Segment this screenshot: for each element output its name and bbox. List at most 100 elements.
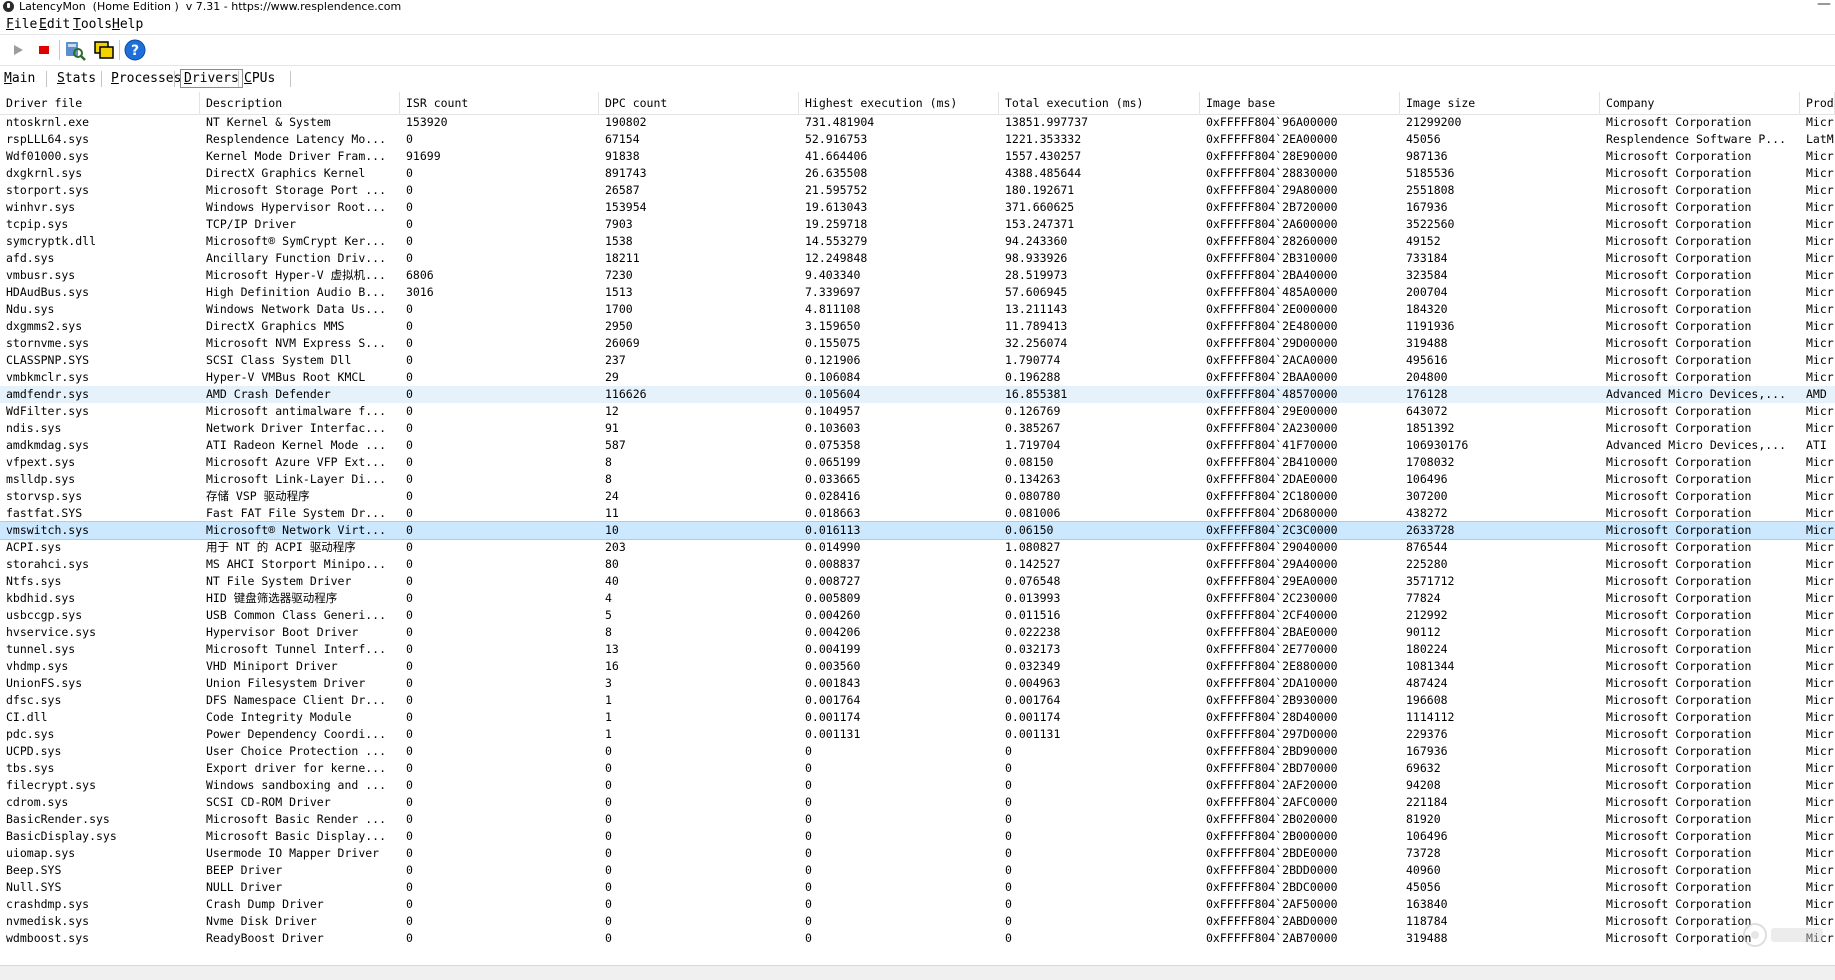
table-row[interactable]: dxgmms2.sys DirectX Graphics MMS 0 2950 3.15… [0, 318, 1835, 335]
table-row[interactable]: dfsc.sys DFS Namespace Client Dr... 0 1 0.00… [0, 692, 1835, 709]
table-row[interactable]: UnionFS.sys Union Filesystem Driver 0 3 0.00… [0, 675, 1835, 692]
table-row[interactable]: mslldp.sys Microsoft Link-Layer Di... 0 8 0.… [0, 471, 1835, 488]
table-cell: 0xFFFFF804`2E000000 [1206, 302, 1338, 316]
tab-drivers[interactable]: Drivers [180, 69, 243, 88]
tab-stats[interactable]: Stats [54, 70, 99, 87]
table-row[interactable]: Ntfs.sys NT File System Driver 0 40 0.008727… [0, 573, 1835, 590]
tab-cpus[interactable]: CPUs [241, 70, 278, 87]
table-row[interactable]: amdkmdag.sys ATI Radeon Kernel Mode ... 0 5… [0, 437, 1835, 454]
table-row[interactable]: afd.sys Ancillary Function Driv... 0 18211 1… [0, 250, 1835, 267]
menu-help[interactable]: Help [112, 17, 143, 32]
table-row[interactable]: CI.dll Code Integrity Module 0 1 0.001174 0.0… [0, 709, 1835, 726]
table-row[interactable]: Ndu.sys Windows Network Data Us... 0 1700 4.… [0, 301, 1835, 318]
help-button[interactable]: ? [123, 38, 147, 62]
table-row[interactable]: kbdhid.sys HID 键盘筛选器驱动程序 0 4 0.005809 0.01399… [0, 590, 1835, 607]
table-row[interactable]: WdFilter.sys Microsoft antimalware f... 0 1… [0, 403, 1835, 420]
stop-monitor-button[interactable] [32, 38, 56, 62]
start-monitor-button[interactable] [6, 38, 30, 62]
table-row[interactable]: vhdmp.sys VHD Miniport Driver 0 16 0.003560 0… [0, 658, 1835, 675]
table-row[interactable]: cdrom.sys SCSI CD-ROM Driver 0 0 0 0 0xFFFFF80… [0, 794, 1835, 811]
table-row[interactable]: Null.SYS NULL Driver 0 0 0 0 0xFFFFF804`2BDC00… [0, 879, 1835, 896]
table-row[interactable]: ACPI.sys 用于 NT 的 ACPI 驱动程序 0 203 0.014990 1.0… [0, 539, 1835, 556]
table-row[interactable]: hvservice.sys Hypervisor Boot Driver 0 8 0.0… [0, 624, 1835, 641]
table-cell: Wdf01000.sys [6, 149, 90, 163]
table-cell: 176128 [1406, 387, 1448, 401]
table-cell: Microsoft Corporation [1606, 778, 1752, 792]
table-row[interactable]: tcpip.sys TCP/IP Driver 0 7903 19.259718 153.… [0, 216, 1835, 233]
table-cell: 0.196288 [1005, 370, 1061, 384]
table-row[interactable]: usbccgp.sys USB Common Class Generi... 0 5 0… [0, 607, 1835, 624]
table-cell: 0xFFFFF804`2E770000 [1206, 642, 1338, 656]
table-cell: 40960 [1406, 863, 1441, 877]
table-cell: Micr [1806, 336, 1834, 350]
table-row[interactable]: tunnel.sys Microsoft Tunnel Interf... 0 13 0… [0, 641, 1835, 658]
column-header-total-execution[interactable]: Total execution (ms) [999, 92, 1200, 114]
table-row[interactable]: nvmedisk.sys Nvme Disk Driver 0 0 0 0 0xFFFFF8… [0, 913, 1835, 930]
table-row[interactable]: crashdmp.sys Crash Dump Driver 0 0 0 0 0xFFFFF… [0, 896, 1835, 913]
table-cell: 0.001843 [805, 676, 861, 690]
table-row[interactable]: UCPD.sys User Choice Protection ... 0 0 0 0 0x… [0, 743, 1835, 760]
table-row[interactable]: HDAudBus.sys High Definition Audio B... 30… [0, 284, 1835, 301]
table-row[interactable]: Beep.SYS BEEP Driver 0 0 0 0 0xFFFFF804`2BDD00… [0, 862, 1835, 879]
table-row[interactable]: BasicRender.sys Microsoft Basic Render ..… [0, 811, 1835, 828]
table-row[interactable]: winhvr.sys Windows Hypervisor Root... 0 153… [0, 199, 1835, 216]
table-row[interactable]: amdfendr.sys AMD Crash Defender 0 116626 0.1… [0, 386, 1835, 403]
table-cell: 0 [1005, 744, 1012, 758]
table-row[interactable]: storahci.sys MS AHCI Storport Minipo... 0 8… [0, 556, 1835, 573]
table-cell: 0 [406, 251, 413, 265]
table-cell: Microsoft Corporation [1606, 642, 1752, 656]
column-header-highest-execution[interactable]: Highest execution (ms) [799, 92, 999, 114]
column-header-company[interactable]: Company [1600, 92, 1800, 114]
table-row[interactable]: storport.sys Microsoft Storage Port ... 0 2… [0, 182, 1835, 199]
table-row[interactable]: pdc.sys Power Dependency Coordi... 0 1 0.001… [0, 726, 1835, 743]
table-row[interactable]: fastfat.SYS Fast FAT File System Dr... 0 11… [0, 505, 1835, 522]
tab-main[interactable]: Main [1, 70, 38, 87]
table-row[interactable]: rspLLL64.sys Resplendence Latency Mo... 0 6… [0, 131, 1835, 148]
table-row[interactable]: wdmboost.sys ReadyBoost Driver 0 0 0 0 0xFFFFF… [0, 930, 1835, 947]
table-cell: Microsoft Basic Display... [206, 829, 387, 843]
tab-processes[interactable]: Processes [108, 70, 184, 87]
column-header-image-size[interactable]: Image size [1400, 92, 1600, 114]
table-row[interactable]: vfpext.sys Microsoft Azure VFP Ext... 0 8 0.… [0, 454, 1835, 471]
table-cell: Microsoft Corporation [1606, 829, 1752, 843]
table-row[interactable]: vmbkmclr.sys Hyper-V VMBus Root KMCL 0 29 0.… [0, 369, 1835, 386]
table-row[interactable]: vmswitch.sys Microsoft® Network Virt... 0 1… [0, 521, 1835, 540]
table-cell: ndis.sys [6, 421, 62, 435]
column-header-driver-file[interactable]: Driver file [0, 92, 200, 114]
table-cell: 0 [406, 727, 413, 741]
table-row[interactable]: vmbusr.sys Microsoft Hyper-V 虚拟机... 6806 72… [0, 267, 1835, 284]
menu-file[interactable]: File [6, 17, 37, 32]
table-cell: 1 [605, 727, 612, 741]
table-cell: Micr [1806, 693, 1834, 707]
menu-tools[interactable]: Tools [73, 17, 112, 32]
column-header-image-base[interactable]: Image base [1200, 92, 1400, 114]
table-row[interactable]: ndis.sys Network Driver Interfac... 0 91 0.1… [0, 420, 1835, 437]
table-cell: 0xFFFFF804`2E480000 [1206, 319, 1338, 333]
table-row[interactable]: CLASSPNP.SYS SCSI Class System Dll 0 237 0.1… [0, 352, 1835, 369]
menu-edit[interactable]: Edit [39, 17, 70, 32]
table-cell: 1557.430257 [1005, 149, 1082, 163]
table-row[interactable]: symcryptk.dll Microsoft® SymCrypt Ker... 0… [0, 233, 1835, 250]
table-cell: Microsoft Tunnel Interf... [206, 642, 387, 656]
table-row[interactable]: tbs.sys Export driver for kerne... 0 0 0 0 0xF… [0, 760, 1835, 777]
minimize-button[interactable]: — [1817, 0, 1831, 11]
windows-button[interactable] [92, 38, 116, 62]
table-row[interactable]: BasicDisplay.sys Microsoft Basic Display.… [0, 828, 1835, 845]
table-row[interactable]: ntoskrnl.exe NT Kernel & System 153920 1908… [0, 114, 1835, 131]
table-cell: 153.247371 [1005, 217, 1075, 231]
table-row[interactable]: stornvme.sys Microsoft NVM Express S... 0 2… [0, 335, 1835, 352]
column-header-dpc-count[interactable]: DPC count [599, 92, 799, 114]
table-row[interactable]: storvsp.sys 存储 VSP 驱动程序 0 24 0.028416 0.08078… [0, 488, 1835, 505]
drivers-button[interactable] [63, 38, 87, 62]
column-header-product[interactable]: Prod [1800, 92, 1835, 114]
table-cell: 319488 [1406, 931, 1448, 945]
table-cell: Fast FAT File System Dr... [206, 506, 387, 520]
column-header-isr-count[interactable]: ISR count [400, 92, 599, 114]
table-cell: 3522560 [1406, 217, 1455, 231]
table-cell: 0 [406, 608, 413, 622]
table-row[interactable]: dxgkrnl.sys DirectX Graphics Kernel 0 89174… [0, 165, 1835, 182]
table-row[interactable]: uiomap.sys Usermode IO Mapper Driver 0 0 0 0 0… [0, 845, 1835, 862]
table-row[interactable]: filecrypt.sys Windows sandboxing and ... 0… [0, 777, 1835, 794]
column-header-description[interactable]: Description [200, 92, 400, 114]
table-row[interactable]: Wdf01000.sys Kernel Mode Driver Fram... 91… [0, 148, 1835, 165]
